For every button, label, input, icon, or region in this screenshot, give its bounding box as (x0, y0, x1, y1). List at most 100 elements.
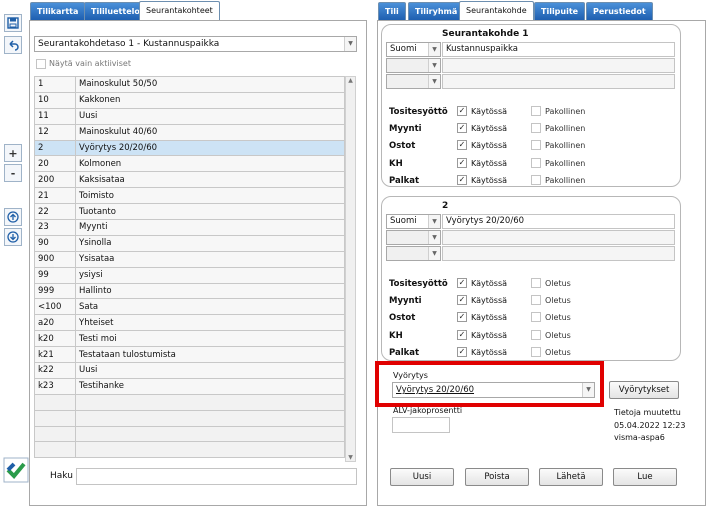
row-name: Uusi (75, 107, 345, 125)
empty-table-row[interactable] (34, 393, 345, 411)
group2-language-select[interactable]: Suomi ▼ (386, 214, 441, 229)
seurantakohde-group-2: 2 Suomi ▼ Vyörytys 20/20/60 ▼ ▼ Tositesy… (381, 196, 681, 361)
empty-table-row[interactable] (34, 441, 345, 459)
group2-language2-select[interactable]: ▼ (386, 230, 441, 245)
table-row[interactable]: 11 Uusi (34, 107, 345, 125)
group2-language3-select[interactable]: ▼ (386, 246, 441, 261)
group2-name-input[interactable]: Vyörytys 20/20/60 (442, 214, 675, 229)
required-checkbox[interactable] (531, 175, 541, 185)
default-checkbox[interactable] (531, 295, 541, 305)
row-label: Palkat (389, 176, 420, 186)
vat-share-input[interactable] (392, 417, 450, 433)
table-row[interactable]: k20 Testi moi (34, 330, 345, 348)
table-row[interactable]: 200 Kaksisataa (34, 171, 345, 189)
enabled-checkbox[interactable]: ✓ (457, 295, 467, 305)
required-checkbox[interactable] (531, 140, 541, 150)
read-button[interactable]: Lue (613, 468, 677, 486)
table-row[interactable]: 900 Ysisataa (34, 250, 345, 268)
table-row[interactable]: 99 ysiysi (34, 266, 345, 284)
list-scrollbar[interactable]: ▲ ▼ (345, 76, 356, 462)
enabled-checkbox[interactable]: ✓ (457, 312, 467, 322)
enabled-checkbox[interactable]: ✓ (457, 278, 467, 288)
remove-row-icon[interactable]: - (4, 164, 22, 182)
default-checkbox[interactable] (531, 330, 541, 340)
enabled-checkbox[interactable]: ✓ (457, 330, 467, 340)
level-select[interactable]: Seurantakohdetaso 1 - Kustannuspaikka ▼ (34, 36, 357, 52)
default-checkbox[interactable] (531, 312, 541, 322)
send-button[interactable]: Lähetä (539, 468, 603, 486)
group2-name2-input[interactable] (442, 230, 675, 245)
group1-name-input[interactable]: Kustannuspaikka (442, 42, 675, 57)
search-input[interactable] (76, 468, 357, 485)
enabled-label: Käytössä (471, 176, 508, 185)
table-row[interactable]: k22 Uusi (34, 362, 345, 379)
row-code: k22 (34, 362, 76, 379)
group1-name2-input[interactable] (442, 58, 675, 73)
tab-tililuettelo[interactable]: Tililuettelo (84, 2, 147, 20)
required-checkbox[interactable] (531, 123, 541, 133)
enabled-checkbox[interactable]: ✓ (457, 175, 467, 185)
table-row[interactable]: 20 Kolmonen (34, 155, 345, 173)
table-row[interactable]: 2 Vyörytys 20/20/60 (34, 139, 345, 157)
tab-tilikartta[interactable]: Tilikartta (30, 2, 86, 20)
row-code: a20 (34, 314, 76, 332)
enabled-checkbox[interactable]: ✓ (457, 347, 467, 357)
empty-table-row[interactable] (34, 425, 345, 443)
table-row[interactable]: 999 Hallinto (34, 282, 345, 300)
table-row[interactable]: k23 Testihanke (34, 377, 345, 395)
move-down-icon[interactable] (4, 228, 22, 246)
tab-tili[interactable]: Tili (378, 2, 406, 20)
required-checkbox[interactable] (531, 106, 541, 116)
delete-button[interactable]: Poista (465, 468, 529, 486)
enabled-checkbox[interactable]: ✓ (457, 106, 467, 116)
active-only-checkbox[interactable] (36, 59, 46, 69)
tab-seurantakohteet[interactable]: Seurantakohteet (139, 1, 220, 21)
table-row[interactable]: 12 Mainoskulut 40/60 (34, 123, 345, 141)
tab-seurantakohde[interactable]: Seurantakohde (459, 1, 534, 21)
add-row-icon[interactable]: + (4, 144, 22, 162)
row-name: Uusi (75, 362, 345, 379)
table-row[interactable]: a20 Yhteiset (34, 314, 345, 332)
table-row[interactable]: <100 Sata (34, 298, 345, 316)
empty-table-row[interactable] (34, 409, 345, 427)
new-button[interactable]: Uusi (390, 468, 454, 486)
required-checkbox[interactable] (531, 158, 541, 168)
default-checkbox[interactable] (531, 278, 541, 288)
group1-language-value: Suomi (390, 44, 417, 54)
group2-name3-input[interactable] (442, 246, 675, 261)
tab-perustiedot[interactable]: Perustiedot (586, 2, 653, 20)
row-code: 23 (34, 219, 76, 236)
table-row[interactable]: 1 Mainoskulut 50/50 (34, 76, 345, 93)
default-checkbox[interactable] (531, 347, 541, 357)
group1-name3-input[interactable] (442, 74, 675, 89)
group1-title: Seurantakohde 1 (442, 29, 529, 39)
enabled-checkbox[interactable]: ✓ (457, 158, 467, 168)
table-row[interactable]: 21 Toimisto (34, 187, 345, 205)
enabled-label: Käytössä (471, 124, 508, 133)
enabled-label: Käytössä (471, 331, 508, 340)
undo-icon[interactable] (4, 36, 22, 54)
table-row[interactable]: 22 Tuotanto (34, 203, 345, 221)
save-icon[interactable] (4, 14, 22, 32)
visma-logo-icon (3, 457, 29, 483)
enabled-checkbox[interactable]: ✓ (457, 140, 467, 150)
row-name: ysiysi (75, 266, 345, 284)
allocation-select[interactable]: Vyörytys 20/20/60 ▼ (392, 382, 595, 398)
move-up-icon[interactable] (4, 208, 22, 226)
tab-tiliryhma[interactable]: Tiliryhmä (408, 2, 465, 20)
row-label: KH (389, 331, 403, 341)
allocations-button[interactable]: Vyörytykset (609, 381, 679, 399)
table-row[interactable]: 23 Myynti (34, 219, 345, 236)
row-code: k23 (34, 377, 76, 395)
enabled-label: Käytössä (471, 348, 508, 357)
table-row[interactable]: 10 Kakkonen (34, 91, 345, 109)
group1-language-select[interactable]: Suomi ▼ (386, 42, 441, 57)
row-name: Ysisataa (75, 250, 345, 268)
group1-language3-select[interactable]: ▼ (386, 74, 441, 89)
table-row[interactable]: 90 Ysinolla (34, 234, 345, 252)
row-name: Kakkonen (75, 91, 345, 109)
group1-language2-select[interactable]: ▼ (386, 58, 441, 73)
table-row[interactable]: k21 Testataan tulostumista (34, 346, 345, 364)
tab-tilipuite[interactable]: Tilipuite (534, 2, 586, 20)
enabled-checkbox[interactable]: ✓ (457, 123, 467, 133)
